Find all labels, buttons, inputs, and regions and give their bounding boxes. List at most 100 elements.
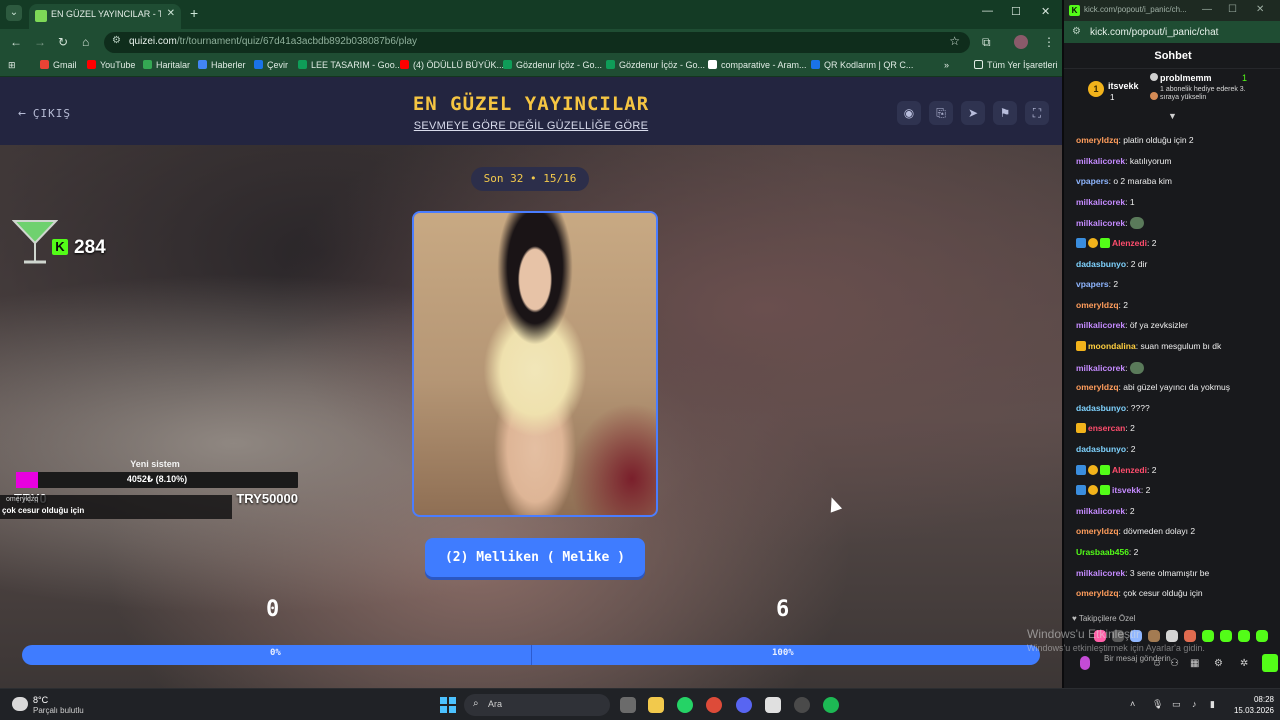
chat-username[interactable]: dadasbunyo bbox=[1076, 444, 1126, 454]
tray-overflow-icon[interactable]: ˄ bbox=[1130, 699, 1135, 709]
emote-icon[interactable] bbox=[1202, 630, 1214, 642]
bookmark-gmail[interactable]: Gmail bbox=[40, 60, 77, 70]
new-tab-button[interactable]: + bbox=[190, 5, 198, 21]
minimize-button[interactable]: — bbox=[1202, 4, 1212, 15]
bookmark-qr[interactable]: QR Kodlarım | QR C... bbox=[811, 60, 913, 70]
discord-icon[interactable] bbox=[736, 697, 752, 713]
weather-desc[interactable]: Parçalı bulutlu bbox=[33, 706, 84, 715]
chat-username[interactable]: moondalina bbox=[1088, 341, 1136, 351]
bookmark-translate[interactable]: Çevir bbox=[254, 60, 288, 70]
menu-dots-icon[interactable]: ⋮ bbox=[1043, 35, 1055, 49]
emote-icon[interactable] bbox=[1166, 630, 1178, 642]
chat-username[interactable]: omeryldzq bbox=[1076, 588, 1119, 598]
chat-username[interactable]: milkalicorek bbox=[1076, 197, 1125, 207]
send-icon[interactable]: ➤ bbox=[961, 101, 985, 125]
maximize-button[interactable]: ☐ bbox=[1011, 5, 1021, 18]
microphone-tray-icon[interactable]: 🎙 bbox=[1152, 699, 1163, 710]
whatsapp-icon[interactable] bbox=[677, 697, 693, 713]
bookmark-youtube[interactable]: YouTube bbox=[87, 60, 135, 70]
chat-username[interactable]: omeryldzq bbox=[1076, 526, 1119, 536]
home-icon[interactable]: ⌂ bbox=[82, 35, 89, 49]
emote-icon[interactable] bbox=[1148, 630, 1160, 642]
tab-active[interactable]: EN GÜZEL YAYINCILAR - Tier Li ✕ bbox=[29, 4, 181, 29]
tab-search-button[interactable]: ⌄ bbox=[6, 5, 22, 21]
close-window-button[interactable]: ✕ bbox=[1256, 4, 1264, 15]
share-icon[interactable]: ⎘ bbox=[929, 101, 953, 125]
send-button[interactable] bbox=[1262, 654, 1278, 672]
taskbar-clock[interactable]: 08:28 15.03.2026 bbox=[1230, 694, 1274, 716]
app-icon[interactable] bbox=[794, 697, 810, 713]
extensions-icon[interactable]: ⧉ bbox=[982, 35, 991, 50]
emote-icon[interactable] bbox=[1238, 630, 1250, 642]
emote-icon[interactable] bbox=[1256, 630, 1268, 642]
file-explorer-icon[interactable] bbox=[648, 697, 664, 713]
back-icon[interactable]: ← bbox=[10, 35, 22, 49]
chat-username[interactable]: dadasbunyo bbox=[1076, 403, 1126, 413]
settings-icon[interactable]: ⚙ bbox=[1214, 658, 1223, 669]
chat-username[interactable]: dadasbunyo bbox=[1076, 259, 1126, 269]
close-window-button[interactable]: ✕ bbox=[1041, 5, 1050, 18]
store-icon[interactable]: ▦ bbox=[1190, 658, 1199, 669]
all-bookmarks-folder[interactable]: Tüm Yer İşaretleri bbox=[974, 60, 1058, 70]
eye-icon[interactable]: ◉ bbox=[897, 101, 921, 125]
forward-icon[interactable]: → bbox=[34, 35, 46, 49]
chat-username[interactable]: ensercan bbox=[1088, 423, 1125, 433]
taskbar-search[interactable]: ⌕ Ara bbox=[464, 694, 610, 716]
chat-username[interactable]: Alenzedi bbox=[1112, 238, 1147, 248]
profile-avatar[interactable] bbox=[1014, 35, 1028, 49]
chat-username[interactable]: Alenzedi bbox=[1112, 465, 1147, 475]
address-bar[interactable]: ⚙ quizei.com/tr/tournament/quiz/67d41a3a… bbox=[104, 32, 970, 53]
weather-cloud-icon[interactable] bbox=[12, 697, 28, 711]
spotify-icon[interactable] bbox=[823, 697, 839, 713]
chat-username[interactable]: Urasbaab456 bbox=[1076, 547, 1129, 557]
chat-username[interactable]: milkalicorek bbox=[1076, 363, 1125, 373]
bookmark-gozdenur-2[interactable]: Gözdenur İçöz - Go... bbox=[606, 60, 705, 70]
chat-username[interactable]: itsvekk bbox=[1112, 485, 1141, 495]
fullscreen-icon[interactable]: ⛶ bbox=[1025, 101, 1049, 125]
chat-username[interactable]: milkalicorek bbox=[1076, 320, 1125, 330]
gear-icon[interactable]: ✲ bbox=[1240, 658, 1248, 669]
close-tab-icon[interactable]: ✕ bbox=[167, 8, 175, 19]
bookmarks-overflow-button[interactable]: » bbox=[944, 60, 949, 70]
chat-username[interactable]: omeryldzq bbox=[1076, 382, 1119, 392]
site-info-icon[interactable]: ⚙ bbox=[112, 35, 121, 46]
maximize-button[interactable]: ☐ bbox=[1228, 4, 1237, 15]
site-info-icon[interactable]: ⚙ bbox=[1072, 26, 1081, 37]
volume-icon[interactable]: ♪ bbox=[1192, 699, 1197, 709]
network-icon[interactable]: ▭ bbox=[1172, 699, 1181, 710]
chat-username[interactable]: milkalicorek bbox=[1076, 156, 1125, 166]
weather-temp[interactable]: 8°C bbox=[33, 695, 48, 705]
emote-icon[interactable] bbox=[1220, 630, 1232, 642]
emoji-icon[interactable]: ☺ bbox=[1152, 658, 1162, 669]
windows-start-icon[interactable] bbox=[440, 697, 456, 713]
bookmark-gozdenur-1[interactable]: Gözdenur İçöz - Go... bbox=[503, 60, 602, 70]
bookmark-odullu[interactable]: (4) ÖDÜLLÜ BÜYÜK... bbox=[400, 60, 504, 70]
chat-username[interactable]: vpapers bbox=[1076, 176, 1109, 186]
flag-icon[interactable]: ⚑ bbox=[993, 101, 1017, 125]
people-icon[interactable]: ⚇ bbox=[1170, 658, 1179, 669]
reload-icon[interactable]: ↻ bbox=[58, 35, 68, 49]
microphone-icon[interactable] bbox=[1080, 656, 1090, 670]
chat-username[interactable]: milkalicorek bbox=[1076, 506, 1125, 516]
chat-username[interactable]: milkalicorek bbox=[1076, 568, 1125, 578]
candidate-card[interactable] bbox=[412, 211, 658, 517]
bookmark-maps[interactable]: Haritalar bbox=[143, 60, 190, 70]
task-view-icon[interactable] bbox=[620, 697, 636, 713]
candidate-name-button[interactable]: (2) Melliken ( Melike ) bbox=[425, 538, 645, 577]
bookmark-star-icon[interactable]: ☆ bbox=[949, 34, 960, 48]
bookmark-news[interactable]: Haberler bbox=[198, 60, 246, 70]
store-icon[interactable] bbox=[765, 697, 781, 713]
chat-username[interactable]: omeryldzq bbox=[1076, 300, 1119, 310]
apps-grid-icon[interactable]: ⊞ bbox=[8, 60, 16, 71]
chat-username[interactable]: omeryldzq bbox=[1076, 135, 1119, 145]
chat-username[interactable]: vpapers bbox=[1076, 279, 1109, 289]
minimize-button[interactable]: — bbox=[982, 5, 993, 17]
chrome-icon[interactable] bbox=[706, 697, 722, 713]
bookmark-comparative[interactable]: comparative - Aram... bbox=[708, 60, 807, 70]
chat-username[interactable]: milkalicorek bbox=[1076, 218, 1125, 228]
emote-icon[interactable] bbox=[1184, 630, 1196, 642]
popup-address-bar[interactable]: ⚙ kick.com/popout/i_panic/chat bbox=[1064, 21, 1280, 43]
bookmark-lee[interactable]: LEE TASARIM - Goo... bbox=[298, 60, 402, 70]
battery-icon[interactable]: ▮ bbox=[1210, 699, 1215, 710]
chat-text: 1 bbox=[1129, 196, 1135, 207]
